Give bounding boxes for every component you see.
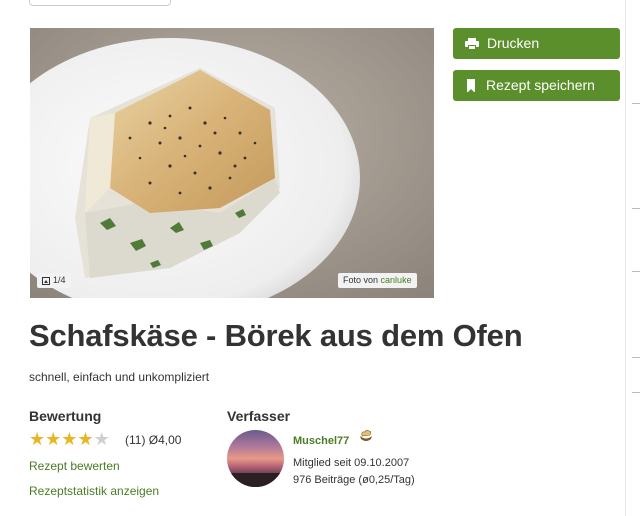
star-filled-icon[interactable]: ★ [77, 430, 93, 448]
author-name-link[interactable]: Muschel77 [293, 435, 349, 447]
rating-count: (11) Ø4,00 [125, 433, 182, 447]
photo-counter-label: 1/4 [53, 275, 66, 285]
sidebar-tick [632, 392, 640, 393]
author-avatar[interactable] [227, 430, 284, 487]
printer-icon [465, 37, 479, 50]
sidebar-tick [632, 271, 640, 272]
photo-credit-prefix: Foto von [343, 275, 379, 285]
author-post-count: 976 Beiträge (ø0,25/Tag) [293, 474, 415, 486]
star-filled-icon[interactable]: ★ [45, 430, 61, 448]
photo-credit-author-link[interactable]: canluke [381, 275, 412, 285]
print-button-label: Drucken [487, 35, 540, 51]
recipe-subtitle: schnell, einfach und unkompliziert [29, 370, 210, 384]
star-empty-icon[interactable]: ★ [94, 430, 110, 448]
sidebar-tick [632, 208, 640, 209]
author-member-since: Mitglied seit 09.10.2007 [293, 457, 410, 469]
rate-recipe-link[interactable]: Rezept bewerten [29, 459, 120, 473]
recipe-photo[interactable] [30, 28, 434, 298]
print-button[interactable]: Drucken [453, 28, 620, 59]
photo-credit: Foto von canluke [338, 273, 417, 288]
sidebar-tick [632, 103, 640, 104]
rating-heading: Bewertung [29, 408, 102, 424]
photo-counter[interactable]: 1/4 [37, 273, 71, 288]
recipe-title: Schafskäse - Börek aus dem Ofen [29, 318, 523, 353]
chef-hat-icon [360, 429, 372, 441]
bookmark-icon [467, 79, 475, 93]
sidebar-divider [625, 0, 626, 516]
save-recipe-button[interactable]: Rezept speichern [453, 70, 620, 101]
top-button-stub[interactable] [29, 0, 171, 6]
recipe-photo-image [30, 28, 434, 298]
sidebar-tick [632, 357, 640, 358]
star-filled-icon[interactable]: ★ [29, 430, 45, 448]
save-recipe-button-label: Rezept speichern [486, 77, 595, 93]
rating-stars[interactable]: ★ ★ ★ ★ ★ [29, 430, 110, 448]
star-filled-icon[interactable]: ★ [61, 430, 77, 448]
image-icon [42, 276, 50, 285]
recipe-stats-link[interactable]: Rezeptstatistik anzeigen [29, 484, 159, 498]
author-heading: Verfasser [227, 408, 291, 424]
